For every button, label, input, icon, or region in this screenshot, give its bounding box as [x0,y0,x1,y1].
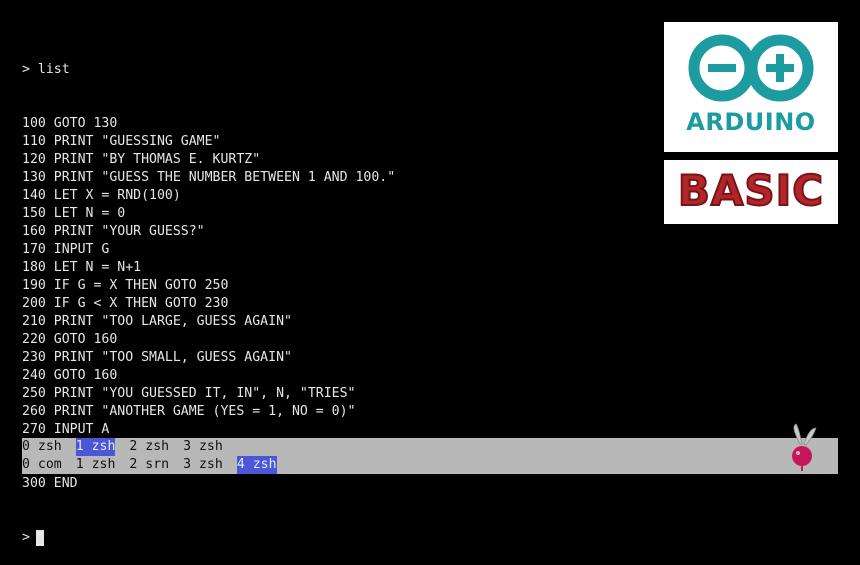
command-line: > list [22,62,70,77]
tmux-window-tab[interactable]: 3 zsh [183,456,223,474]
text-cursor [35,530,44,546]
tmux-window-tab[interactable]: 0 com [22,456,62,474]
basic-wordmark: BASIC [677,165,825,216]
tmux-window-tab[interactable]: 1 zsh [76,456,116,474]
tmux-window-tab[interactable]: 2 zsh [129,438,169,456]
code-line: 120 PRINT "BY THOMAS E. KURTZ" [22,152,261,167]
terminal-output[interactable]: > list 100 GOTO 130 110 PRINT "GUESSING G… [22,25,419,565]
tmux-window-tab[interactable]: 0 zsh [22,438,62,456]
prompt-symbol: > [22,530,30,545]
code-line: 180 LET N = N+1 [22,260,142,275]
code-line: 300 END [22,476,78,491]
code-line: 160 PRINT "YOUR GUESS?" [22,224,205,239]
basic-logo: BASIC [664,160,838,224]
code-line: 190 IF G = X THEN GOTO 250 [22,278,229,293]
tmux-status-bar-bottom: 0 com 1 zsh 2 srn 3 zsh 4 zsh [22,456,838,474]
code-line: 100 GOTO 130 [22,116,118,131]
code-line: 110 PRINT "GUESSING GAME" [22,134,221,149]
tmux-status-bar-top: 0 zsh 1 zsh 2 zsh 3 zsh [22,438,838,456]
code-line: 210 PRINT "TOO LARGE, GUESS AGAIN" [22,314,292,329]
code-line: 260 PRINT "ANOTHER GAME (YES = 1, NO = 0… [22,404,356,419]
code-line: 200 IF G < X THEN GOTO 230 [22,296,229,311]
tmux-window-tab[interactable]: 2 srn [129,456,169,474]
arduino-logo: ARDUINO [664,22,838,152]
program-listing: 100 GOTO 130 110 PRINT "GUESSING GAME" 120… [22,115,419,493]
tmux-window-tab[interactable]: 4 zsh [236,456,277,474]
code-line: 220 GOTO 160 [22,332,118,347]
code-line: 130 PRINT "GUESS THE NUMBER BETWEEN 1 AN… [22,170,396,185]
code-line: 150 LET N = 0 [22,206,126,221]
code-line: 170 INPUT G [22,242,110,257]
infinity-icon [688,34,814,102]
arduino-wordmark: ARDUINO [686,108,816,136]
tmux-window-tab[interactable]: 1 zsh [75,438,116,456]
code-line: 250 PRINT "YOU GUESSED IT, IN", N, "TRIE… [22,386,356,401]
tmux-window-tab[interactable]: 3 zsh [183,438,223,456]
code-line: 140 LET X = RND(100) [22,188,181,203]
code-line: 230 PRINT "TOO SMALL, GUESS AGAIN" [22,350,292,365]
radish-mascot-icon [792,423,817,471]
prompt-line[interactable]: > [22,529,419,547]
code-line: 240 GOTO 160 [22,368,118,383]
code-line: 270 INPUT A [22,422,110,437]
